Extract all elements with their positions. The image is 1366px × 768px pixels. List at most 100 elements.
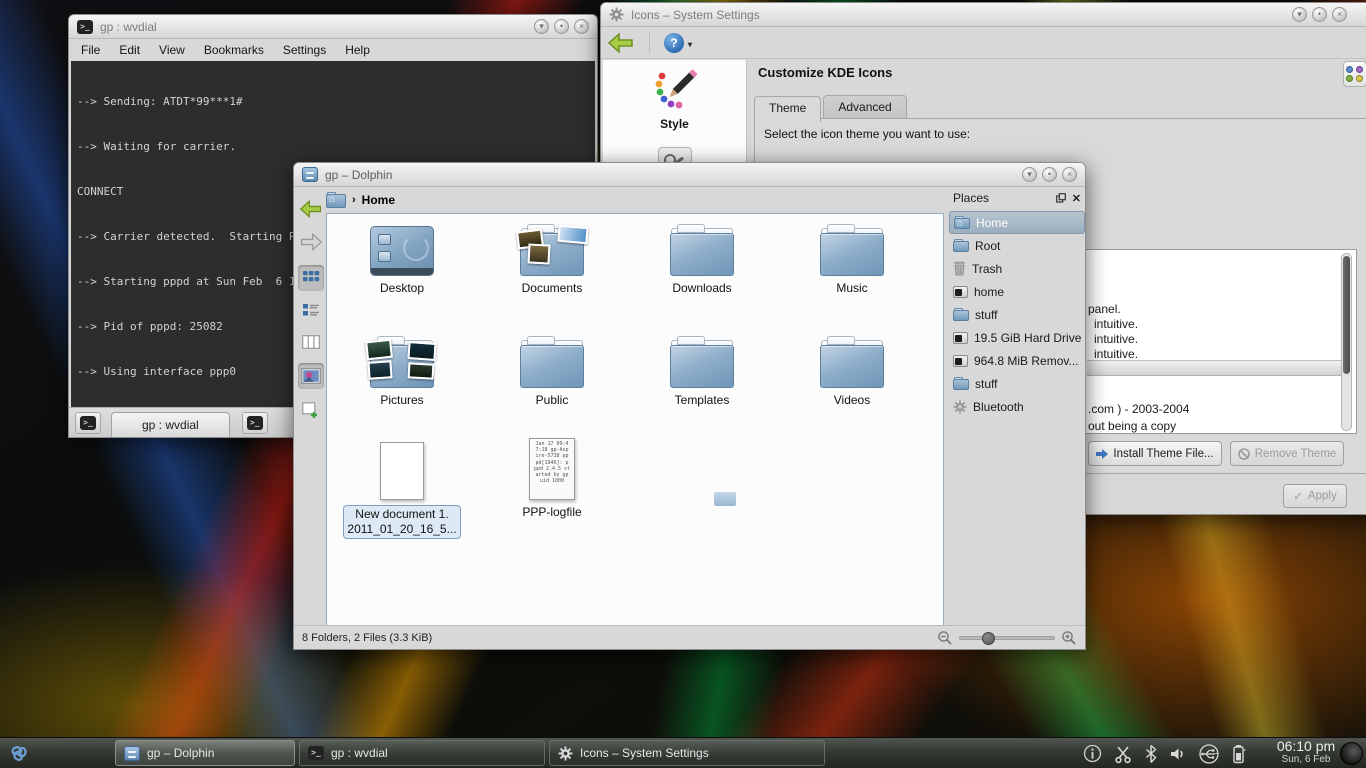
icons-view-button[interactable] (298, 265, 324, 291)
terminal-tab[interactable]: gp : wvdial (111, 412, 230, 437)
folder-item[interactable]: Videos (785, 336, 919, 408)
task-button-system-settings[interactable]: Icons – System Settings (549, 740, 825, 766)
place-item-removable[interactable]: 964.8 MiB Remov... (949, 349, 1085, 372)
document-file-icon (380, 442, 424, 500)
info-icon[interactable] (1083, 744, 1102, 763)
minimize-icon[interactable]: ▾ (1022, 167, 1037, 182)
house-glyph: ⌂ (329, 194, 335, 205)
volume-icon[interactable] (1169, 745, 1187, 763)
close-icon[interactable]: × (1062, 167, 1077, 182)
close-panel-icon[interactable]: ✕ (1072, 192, 1081, 205)
split-view-button[interactable] (298, 397, 324, 423)
tab-theme[interactable]: Theme (754, 96, 821, 122)
minimize-icon[interactable]: ▾ (534, 19, 549, 34)
folder-icon (953, 308, 969, 321)
task-button-dolphin[interactable]: gp – Dolphin (115, 740, 295, 766)
taskbar: gp – Dolphin >_ gp : wvdial Icons – Syst… (0, 737, 1366, 768)
place-item-root[interactable]: Root (949, 234, 1085, 257)
float-panel-icon[interactable] (1056, 193, 1066, 203)
selected-theme-row[interactable] (1087, 360, 1343, 376)
file-manager-icon (124, 746, 140, 761)
breadcrumb-home[interactable]: Home (362, 193, 395, 207)
scrollbar[interactable] (1341, 253, 1352, 431)
folder-icon (953, 239, 969, 252)
dots-grid-button[interactable] (1343, 61, 1366, 87)
zoom-slider[interactable] (959, 636, 1055, 640)
home-icon: ⌂ (954, 216, 970, 229)
folder-item[interactable]: Templates (635, 336, 769, 408)
zoom-out-icon[interactable] (937, 630, 953, 646)
folder-label: Templates (635, 393, 769, 408)
clock[interactable]: 06:10 pm Sun, 6 Feb (1272, 739, 1340, 767)
place-item-stuff[interactable]: stuff (949, 303, 1085, 326)
removable-drive-icon (953, 355, 968, 367)
folder-item[interactable]: Public (485, 336, 619, 408)
clock-time: 06:10 pm (1272, 739, 1340, 753)
menu-help[interactable]: Help (345, 43, 370, 57)
folder-label: Videos (785, 393, 919, 408)
folder-view[interactable]: Desktop Documents Downloads Music (326, 213, 944, 626)
dolphin-titlebar[interactable]: gp – Dolphin ▾ • × (294, 163, 1085, 187)
scrollbar-thumb[interactable] (1343, 256, 1350, 374)
panel-toolbox-icon[interactable] (1340, 742, 1363, 765)
home-icon[interactable]: ⌂ (326, 192, 346, 208)
close-icon[interactable]: × (574, 19, 589, 34)
preview-icon (301, 368, 321, 384)
folder-label: Music (785, 281, 919, 296)
place-item-trash[interactable]: Trash (949, 257, 1085, 280)
menu-view[interactable]: View (159, 43, 185, 57)
menu-bookmarks[interactable]: Bookmarks (204, 43, 264, 57)
clock-date: Sun, 6 Feb (1272, 753, 1340, 767)
maximize-icon[interactable]: • (554, 19, 569, 34)
minimize-icon[interactable]: ▾ (1292, 7, 1307, 22)
terminal-titlebar[interactable]: >_ gp : wvdial ▾ • × (69, 15, 597, 39)
sidebar-item-style[interactable]: Style (603, 66, 746, 131)
place-item-hard-drive[interactable]: 19.5 GiB Hard Drive (949, 326, 1085, 349)
back-icon[interactable] (607, 32, 635, 54)
tab-list-button[interactable]: >_ (242, 412, 268, 434)
help-icon[interactable]: ?▾ (664, 33, 684, 53)
place-item-stuff2[interactable]: stuff (949, 372, 1085, 395)
folder-item[interactable]: Pictures (335, 336, 469, 408)
place-item-home[interactable]: ⌂ Home (949, 211, 1085, 234)
zoom-in-icon[interactable] (1061, 630, 1077, 646)
file-item[interactable]: Jan 17 09:4 7:18 gp-Asp ire-5738 pp pd[1… (485, 438, 619, 520)
forward-button[interactable] (298, 229, 324, 255)
back-button[interactable] (298, 196, 324, 222)
maximize-icon[interactable]: • (1042, 167, 1057, 182)
new-tab-button[interactable]: >_ (75, 412, 101, 434)
menu-edit[interactable]: Edit (119, 43, 140, 57)
folder-item[interactable]: Music (785, 224, 919, 296)
place-item-home-drive[interactable]: home (949, 280, 1085, 303)
columns-view-button[interactable] (298, 329, 324, 355)
zoom-slider-handle[interactable] (982, 632, 995, 645)
apply-button[interactable]: ✓ Apply (1283, 484, 1347, 508)
install-theme-button[interactable]: Install Theme File... (1088, 441, 1222, 466)
system-settings-titlebar[interactable]: Icons – System Settings ▾ • × (601, 3, 1366, 27)
dot-yellow (1356, 75, 1363, 82)
text-file-icon: Jan 17 09:4 7:18 gp-Asp ire-5738 pp pd[1… (529, 438, 575, 500)
menu-settings[interactable]: Settings (283, 43, 326, 57)
terminal-line: --> Sending: ATDT*99***1# (77, 94, 589, 109)
usb-device-icon[interactable] (1198, 744, 1220, 764)
clipboard-scissors-icon[interactable] (1113, 744, 1133, 764)
close-icon[interactable]: × (1332, 7, 1347, 22)
place-item-bluetooth[interactable]: Bluetooth (949, 395, 1085, 418)
folder-item[interactable]: Desktop (335, 224, 469, 296)
app-launcher-button[interactable] (0, 738, 38, 768)
battery-icon[interactable] (1231, 744, 1247, 764)
place-label: Bluetooth (973, 400, 1024, 414)
place-label: Root (975, 239, 1000, 253)
details-view-button[interactable] (298, 297, 324, 323)
folder-item[interactable]: Documents (485, 224, 619, 296)
dot-blue (1346, 66, 1353, 73)
preview-button[interactable] (298, 363, 324, 389)
bluetooth-icon[interactable] (1144, 744, 1158, 764)
task-button-terminal[interactable]: >_ gp : wvdial (299, 740, 545, 766)
maximize-icon[interactable]: • (1312, 7, 1327, 22)
file-item-selected[interactable]: New document 1. 2011_01_20_16_5... (335, 442, 469, 539)
folder-item[interactable]: Downloads (635, 224, 769, 296)
remove-theme-button[interactable]: Remove Theme (1230, 441, 1344, 466)
menu-file[interactable]: File (81, 43, 100, 57)
system-settings-toolbar: ?▾ (601, 27, 1366, 59)
